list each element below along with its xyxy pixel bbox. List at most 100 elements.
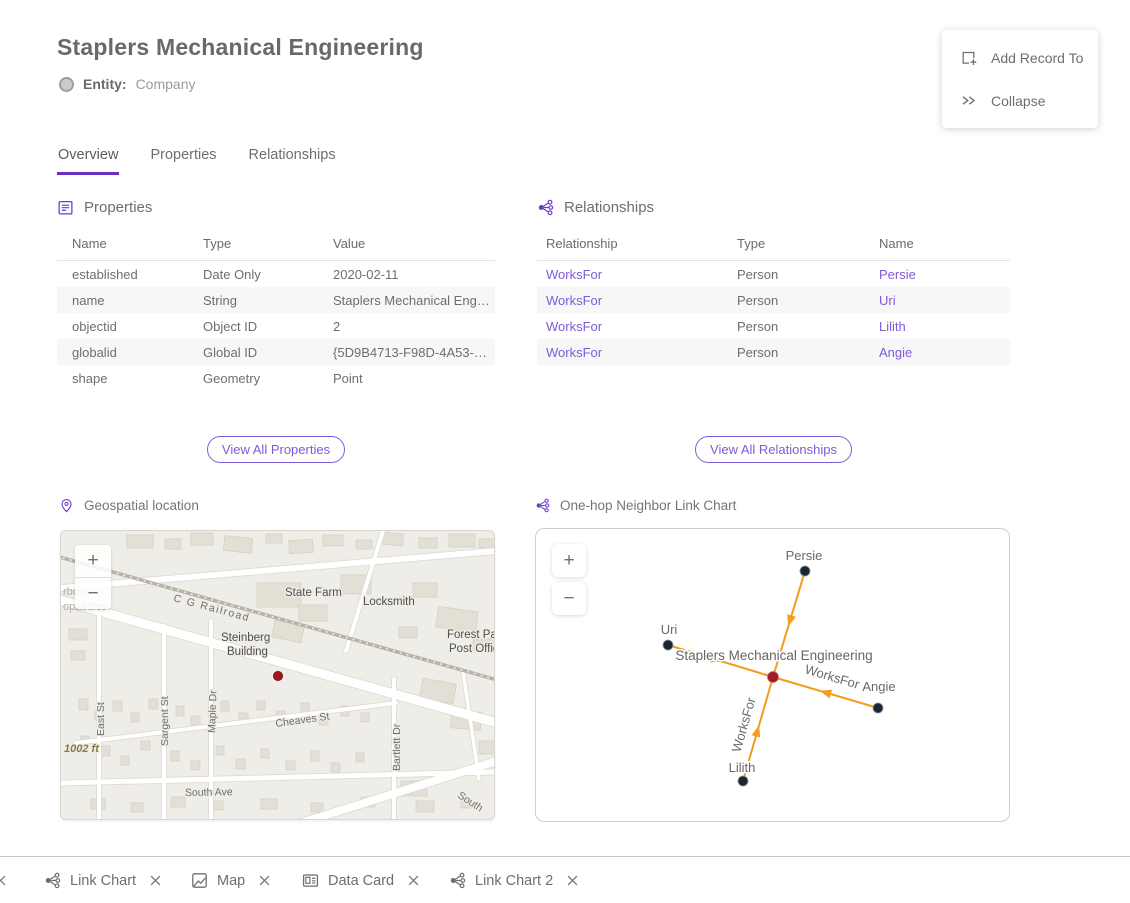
record-link[interactable]: Persie bbox=[879, 267, 1010, 282]
table-cell: established bbox=[57, 267, 203, 282]
tab-overview[interactable]: Overview bbox=[57, 143, 119, 175]
relationships-section-title: Relationships bbox=[564, 199, 654, 216]
view-all-relationships-button[interactable]: View All Relationships bbox=[695, 436, 852, 463]
view-all-properties-button[interactable]: View All Properties bbox=[207, 436, 345, 463]
column-header: Name bbox=[879, 236, 1010, 251]
bottom-tab-label: Data Card bbox=[328, 873, 394, 889]
column-header: Type bbox=[203, 236, 333, 251]
table-cell: Person bbox=[737, 267, 879, 282]
properties-table: NameTypeValueestablishedDate Only2020-02… bbox=[57, 228, 495, 391]
table-row: WorksForPersonAngie bbox=[537, 339, 1010, 365]
table-header: NameTypeValue bbox=[57, 228, 495, 261]
tab-properties[interactable]: Properties bbox=[149, 143, 217, 175]
tab-relationships[interactable]: Relationships bbox=[248, 143, 337, 175]
entity-value: Company bbox=[136, 76, 196, 92]
close-icon[interactable] bbox=[259, 875, 270, 886]
linkchart-zoom-out-button[interactable]: − bbox=[552, 582, 586, 615]
map-graphics: rbouropaedicsC G RailroadState FarmLocks… bbox=[61, 531, 495, 820]
graph-node[interactable] bbox=[663, 640, 673, 650]
page-title: Staplers Mechanical Engineering bbox=[57, 34, 424, 61]
relationships-table: RelationshipTypeNameWorksForPersonPersie… bbox=[537, 228, 1010, 365]
record-link[interactable]: Lilith bbox=[879, 319, 1010, 334]
linkchart-icon bbox=[535, 498, 550, 513]
record-link[interactable]: Angie bbox=[879, 345, 1010, 360]
graph-node-label: Lilith bbox=[729, 760, 756, 775]
close-icon[interactable] bbox=[408, 875, 419, 886]
map-canvas[interactable]: rbouropaedicsC G RailroadState FarmLocks… bbox=[60, 530, 495, 820]
table-cell: 2 bbox=[333, 319, 495, 334]
bottom-tab-label: Link Chart bbox=[70, 873, 136, 889]
linkchart-zoom-in-button[interactable]: + bbox=[552, 544, 586, 577]
bottom-tab-map[interactable]: Map bbox=[191, 857, 270, 903]
map-feature-marker[interactable] bbox=[274, 672, 283, 681]
map-label: Post Offic bbox=[449, 643, 495, 655]
map-label: State Farm bbox=[285, 587, 342, 599]
table-cell: Date Only bbox=[203, 267, 333, 282]
edge-label: WorksFor bbox=[803, 662, 862, 693]
graph-node-label: Uri bbox=[661, 622, 678, 637]
graph-node[interactable] bbox=[738, 776, 748, 786]
graph-node[interactable] bbox=[800, 566, 810, 576]
bottom-tab-bar: Link Chart Map Data Card Link Chart 2 bbox=[0, 856, 1130, 903]
relationships-section-header: Relationships bbox=[537, 199, 654, 216]
table-cell: Person bbox=[737, 345, 879, 360]
column-header: Name bbox=[57, 236, 203, 251]
map-zoom-out-button[interactable]: − bbox=[75, 577, 111, 609]
close-icon[interactable] bbox=[150, 875, 161, 886]
bottom-tab-label: Map bbox=[217, 873, 245, 889]
menu-item-label: Add Record To bbox=[991, 50, 1083, 66]
table-cell: String bbox=[203, 293, 333, 308]
collapse-icon bbox=[960, 92, 977, 109]
bottom-tab-data-card[interactable]: Data Card bbox=[302, 857, 419, 903]
relationships-icon bbox=[537, 199, 554, 216]
linkchart-section-title: One-hop Neighbor Link Chart bbox=[560, 498, 736, 513]
properties-section-title: Properties bbox=[84, 199, 152, 216]
table-cell: objectid bbox=[57, 319, 203, 334]
table-cell: Global ID bbox=[203, 345, 333, 360]
record-link[interactable]: WorksFor bbox=[537, 267, 737, 282]
map-icon bbox=[191, 872, 208, 889]
close-icon[interactable] bbox=[567, 875, 578, 886]
table-row: WorksForPersonUri bbox=[537, 287, 1010, 313]
addrecord-icon bbox=[960, 49, 977, 66]
map-label: Building bbox=[227, 646, 268, 658]
entity-row: Entity: Company bbox=[59, 76, 195, 92]
pin-icon bbox=[59, 498, 74, 513]
table-row: globalidGlobal ID{5D9B4713-F98D-4A53-… bbox=[57, 339, 495, 365]
graph-center-node[interactable] bbox=[768, 672, 779, 683]
table-row: objectidObject ID2 bbox=[57, 313, 495, 339]
table-cell: 2020-02-11 bbox=[333, 267, 495, 282]
table-cell: shape bbox=[57, 371, 203, 386]
map-zoom-in-button[interactable]: + bbox=[75, 545, 111, 577]
map-label: Forest Par bbox=[447, 629, 495, 641]
map-label: Bartlett Dr bbox=[391, 723, 403, 771]
record-link[interactable]: WorksFor bbox=[537, 319, 737, 334]
linkchart-graphics: WorksForWorksForPersieUriAngieLilithStap… bbox=[536, 529, 1009, 821]
bottom-tab-link-chart[interactable]: Link Chart bbox=[44, 857, 161, 903]
table-cell: globalid bbox=[57, 345, 203, 360]
record-link[interactable]: Uri bbox=[879, 293, 1010, 308]
menu-item-collapse[interactable]: Collapse bbox=[942, 79, 1098, 122]
menu-item-add-record-to[interactable]: Add Record To bbox=[942, 36, 1098, 79]
record-link[interactable]: WorksFor bbox=[537, 345, 737, 360]
graph-node[interactable] bbox=[873, 703, 883, 713]
linkchart-canvas[interactable]: WorksForWorksForPersieUriAngieLilithStap… bbox=[535, 528, 1010, 822]
map-label: East St bbox=[95, 702, 107, 736]
geospatial-section-title: Geospatial location bbox=[84, 498, 199, 513]
column-header: Relationship bbox=[537, 236, 737, 251]
graph-node-label: Persie bbox=[786, 548, 823, 563]
map-label: Sargent St bbox=[159, 696, 171, 746]
map-label: South Ave bbox=[185, 786, 233, 799]
linkchart-section-header: One-hop Neighbor Link Chart bbox=[535, 498, 736, 513]
partial-tab-close-icon[interactable] bbox=[0, 857, 6, 903]
table-cell: name bbox=[57, 293, 203, 308]
datacard-icon bbox=[302, 872, 319, 889]
properties-section-header: Properties bbox=[57, 199, 152, 216]
map-zoom-control: + − bbox=[75, 545, 111, 609]
record-link[interactable]: WorksFor bbox=[537, 293, 737, 308]
graph-node-label: Angie bbox=[862, 679, 895, 694]
map-label: Maple Dr bbox=[206, 690, 219, 733]
linkchart-zoom-control: + − bbox=[552, 544, 586, 615]
bottom-tab-link-chart-2[interactable]: Link Chart 2 bbox=[449, 857, 578, 903]
table-row: establishedDate Only2020-02-11 bbox=[57, 261, 495, 287]
